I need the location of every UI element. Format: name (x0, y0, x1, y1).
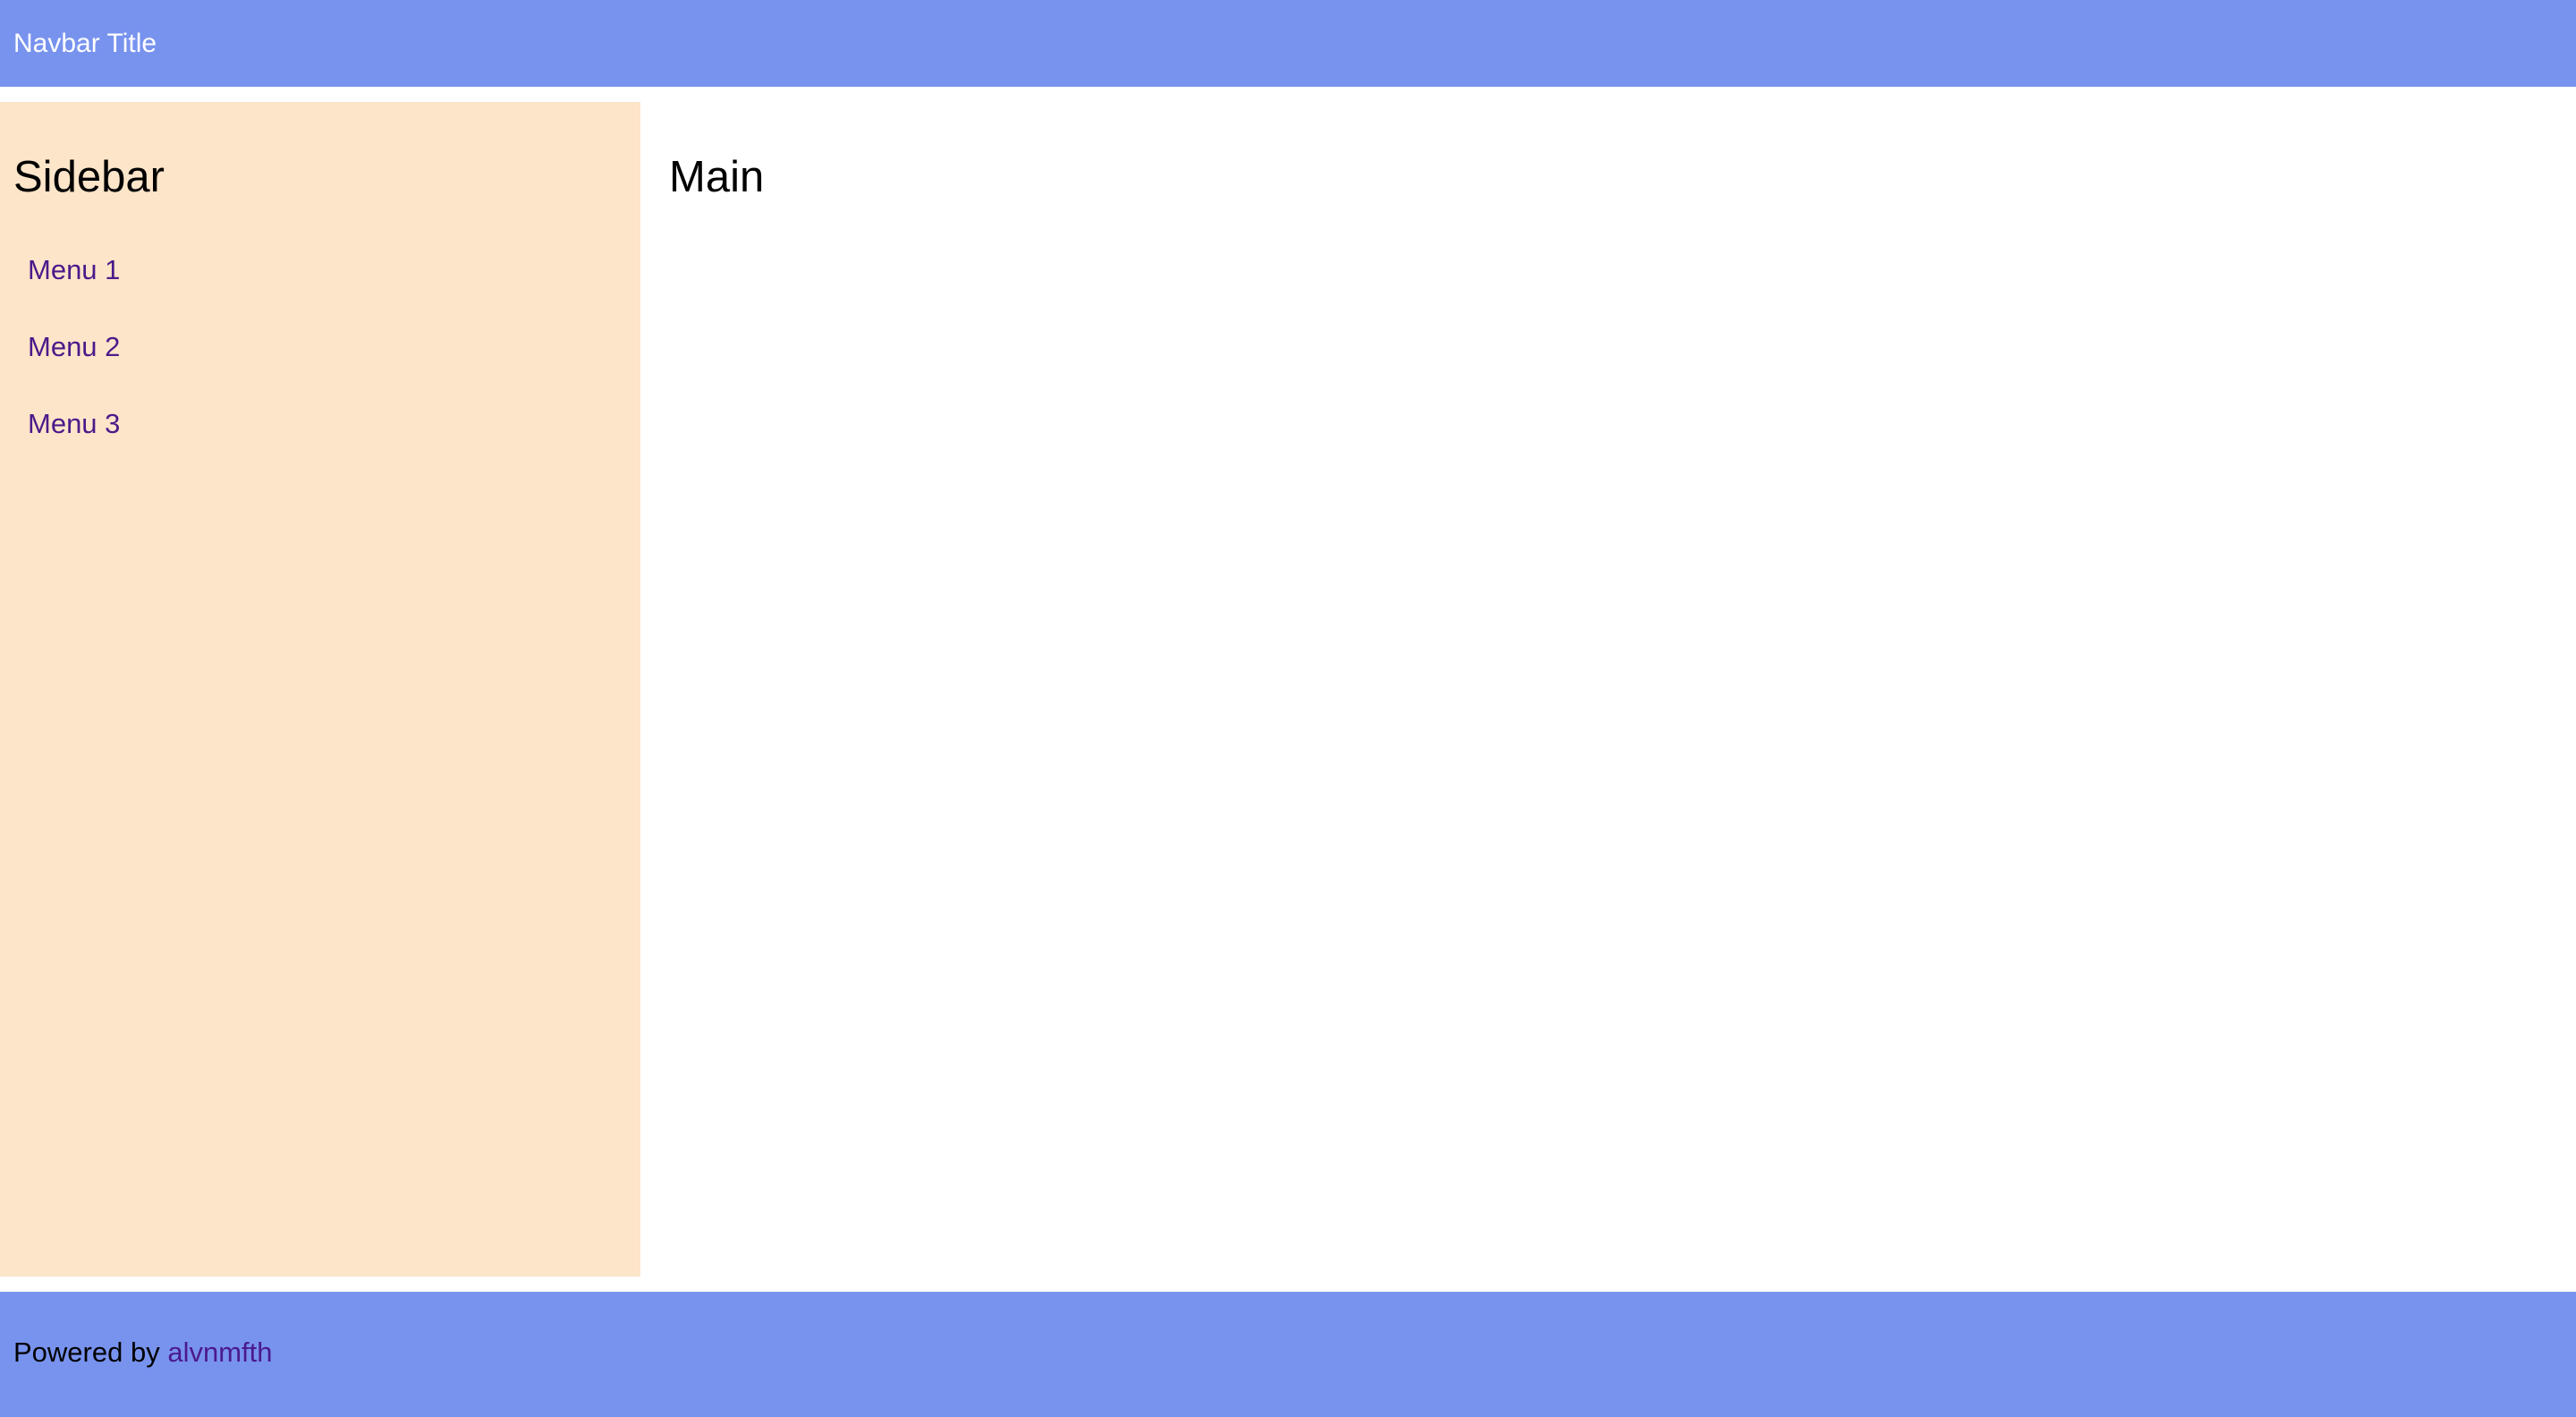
main-heading: Main (669, 153, 765, 201)
footer-credit: Powered by alvnmfth (13, 1336, 273, 1369)
footer-prefix: Powered by (13, 1336, 160, 1368)
footer (0, 1292, 2576, 1417)
sidebar-item-menu-2[interactable]: Menu 2 (28, 331, 120, 363)
navbar-title: Navbar Title (13, 28, 157, 58)
sidebar-heading: Sidebar (13, 153, 165, 201)
sidebar-item-menu-1[interactable]: Menu 1 (28, 254, 120, 286)
footer-author-link[interactable]: alvnmfth (167, 1336, 272, 1368)
navbar: Navbar Title (0, 0, 2576, 87)
sidebar-item-menu-3[interactable]: Menu 3 (28, 408, 120, 440)
